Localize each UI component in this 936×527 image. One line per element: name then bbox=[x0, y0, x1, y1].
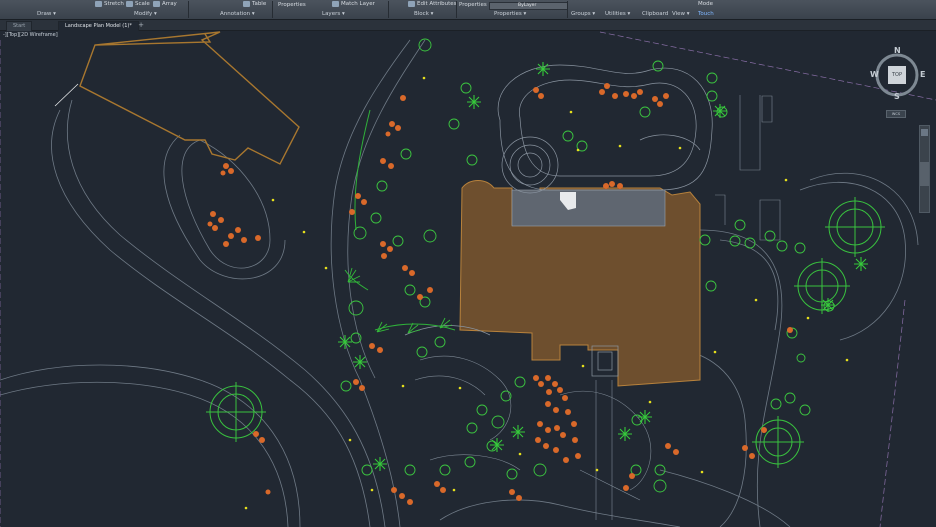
array-icon bbox=[153, 1, 160, 7]
panel-modify[interactable]: Modify ▾ bbox=[134, 11, 157, 17]
lineweight-select[interactable]: ByLayer bbox=[489, 2, 568, 10]
panel-annotation[interactable]: Annotation ▾ bbox=[220, 11, 255, 17]
table-button[interactable]: Table bbox=[243, 1, 266, 7]
white-line bbox=[54, 83, 79, 107]
site-linework bbox=[0, 39, 919, 527]
panel-layers[interactable]: Layers ▾ bbox=[322, 11, 345, 17]
drawing-canvas[interactable] bbox=[0, 31, 936, 527]
panel-divider bbox=[456, 1, 457, 18]
panel-divider bbox=[388, 1, 389, 18]
panel-block[interactable]: Block ▾ bbox=[414, 11, 433, 17]
planting-beds bbox=[344, 109, 456, 331]
existing-building-outline bbox=[79, 31, 300, 165]
navbar-icon[interactable] bbox=[921, 129, 928, 136]
tab-landscape-plan[interactable]: Landscape Plan Model (1)* bbox=[58, 21, 139, 31]
panel-divider bbox=[272, 1, 273, 18]
edit-attributes-button[interactable]: Edit Attributes bbox=[408, 1, 457, 7]
edit-attributes-icon bbox=[408, 1, 415, 7]
compass-west[interactable]: W bbox=[870, 70, 879, 79]
panel-touch[interactable]: Touch bbox=[698, 11, 714, 17]
scale-button[interactable]: Scale bbox=[126, 1, 150, 7]
panel-utilities[interactable]: Utilities ▾ bbox=[605, 11, 630, 17]
match-layer-button[interactable]: Match Layer bbox=[332, 1, 375, 7]
layer-properties-button[interactable]: Properties bbox=[278, 2, 306, 8]
object-properties-button[interactable]: Properties bbox=[459, 2, 487, 8]
panel-properties[interactable]: Properties ▾ bbox=[494, 11, 526, 17]
viewcube[interactable]: N S E W TOP bbox=[868, 46, 928, 106]
stretch-icon bbox=[95, 1, 102, 7]
compass-south[interactable]: S bbox=[894, 92, 900, 101]
panel-groups[interactable]: Groups ▾ bbox=[571, 11, 595, 17]
navbar-scroll-thumb[interactable] bbox=[920, 162, 929, 186]
file-tab-bar: Start Landscape Plan Model (1)* + bbox=[0, 20, 936, 31]
panel-divider bbox=[188, 1, 189, 18]
wcs-menu[interactable]: WCS bbox=[886, 110, 906, 118]
main-house bbox=[459, 180, 701, 387]
mode-button[interactable]: Mode bbox=[698, 1, 713, 7]
compass-north[interactable]: N bbox=[894, 46, 901, 55]
ornamental-grasses bbox=[347, 267, 453, 334]
table-icon bbox=[243, 1, 250, 7]
navigation-bar[interactable] bbox=[919, 125, 930, 213]
stretch-button[interactable]: Stretch bbox=[95, 1, 124, 7]
panel-draw[interactable]: Draw ▾ bbox=[37, 11, 56, 17]
viewport-controls-label[interactable]: -][Top][2D Wireframe] bbox=[3, 32, 58, 38]
new-tab-button[interactable]: + bbox=[137, 21, 145, 29]
ribbon: Stretch Scale Array Table Properties Mat… bbox=[0, 0, 936, 20]
match-layer-icon bbox=[332, 1, 339, 7]
scale-icon bbox=[126, 1, 133, 7]
compass-east[interactable]: E bbox=[920, 70, 925, 79]
tab-start[interactable]: Start bbox=[6, 21, 33, 31]
panel-view[interactable]: View ▾ bbox=[672, 11, 690, 17]
viewcube-top-face[interactable]: TOP bbox=[888, 66, 906, 84]
array-button[interactable]: Array bbox=[153, 1, 177, 7]
panel-clipboard[interactable]: Clipboard bbox=[642, 11, 668, 17]
panel-divider bbox=[567, 1, 568, 18]
